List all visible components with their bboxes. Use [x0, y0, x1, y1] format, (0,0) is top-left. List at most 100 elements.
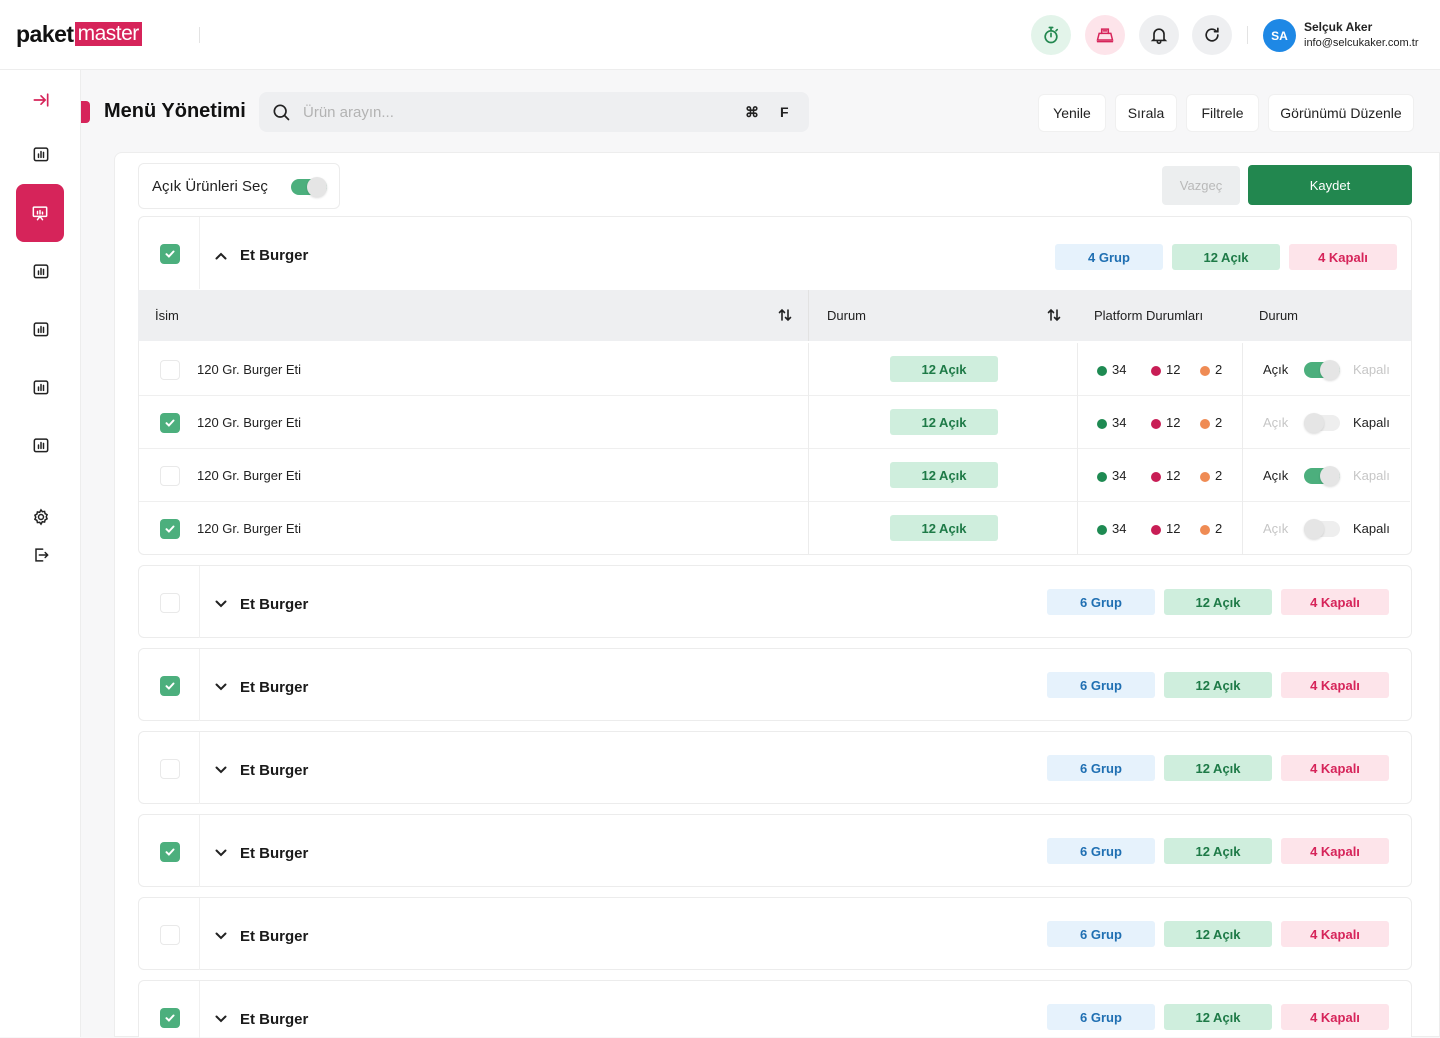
row-status-toggle[interactable]: [1304, 519, 1340, 539]
platform-dot-orange: [1200, 366, 1210, 376]
chevron-down-icon[interactable]: [214, 763, 228, 777]
sidebar-item-settings[interactable]: [30, 506, 52, 528]
group-name[interactable]: Et Burger: [240, 247, 308, 264]
sidebar-item-reports-3[interactable]: [30, 318, 52, 340]
cancel-button[interactable]: Vazgeç: [1162, 166, 1240, 205]
toggle-switch[interactable]: [291, 177, 327, 197]
sidebar-item-menu-management[interactable]: [16, 184, 64, 242]
group-count-badge: 6 Grup: [1047, 672, 1155, 698]
save-button[interactable]: Kaydet: [1248, 165, 1412, 205]
group-checkbox[interactable]: [160, 593, 180, 613]
closed-count-badge: 4 Kapalı: [1281, 1004, 1389, 1030]
row-checkbox[interactable]: [160, 360, 180, 380]
group-checkbox-cell: [139, 815, 200, 887]
select-open-products-toggle[interactable]: Açık Ürünleri Seç: [138, 163, 340, 209]
open-count-badge: 12 Açık: [1164, 1004, 1272, 1030]
platform-dot-green: [1097, 366, 1107, 376]
sort-icon[interactable]: [1046, 307, 1062, 323]
row-checkbox[interactable]: [160, 413, 180, 433]
group-card: Et Burger 6 Grup 12 Açık 4 Kapalı: [138, 814, 1412, 887]
group-name[interactable]: Et Burger: [240, 845, 308, 862]
cash-register-button[interactable]: [1085, 15, 1125, 55]
chevron-up-icon[interactable]: [214, 249, 228, 263]
group-checkbox[interactable]: [160, 244, 180, 264]
closed-count-badge: 4 Kapalı: [1281, 755, 1389, 781]
sidebar-item-reports-5[interactable]: [30, 434, 52, 456]
platform-count-green: 34: [1112, 521, 1127, 536]
row-status-toggle[interactable]: [1304, 413, 1340, 433]
group-card: Et Burger 6 Grup 12 Açık 4 Kapalı: [138, 565, 1412, 638]
group-checkbox-cell: [139, 981, 200, 1038]
top-header: paket master SA Selçuk Aker info@selcuka…: [0, 0, 1440, 70]
chart-icon: [33, 322, 49, 337]
group-name[interactable]: Et Burger: [240, 928, 308, 945]
closed-count-badge: 4 Kapalı: [1289, 244, 1397, 270]
row-checkbox[interactable]: [160, 519, 180, 539]
open-label: Açık: [1263, 415, 1289, 430]
platform-dot-orange: [1200, 419, 1210, 429]
brand-logo[interactable]: paket master: [16, 20, 142, 48]
shortcut-f-key: F: [780, 104, 789, 120]
column-header-status[interactable]: Durum: [827, 308, 866, 323]
chevron-down-icon[interactable]: [214, 597, 228, 611]
sidebar: [0, 70, 81, 1037]
chevron-down-icon[interactable]: [214, 1012, 228, 1026]
search-bar: ⌘ F: [259, 92, 809, 132]
platform-count-orange: 2: [1215, 521, 1223, 536]
chart-icon: [33, 438, 49, 453]
row-status-toggle[interactable]: [1304, 360, 1340, 380]
search-icon: [273, 104, 290, 121]
sidebar-item-reports-2[interactable]: [30, 260, 52, 282]
filter-button[interactable]: Filtrele: [1186, 94, 1259, 132]
product-name: 120 Gr. Burger Eti: [197, 362, 302, 377]
open-count-badge: 12 Açık: [1164, 838, 1272, 864]
sidebar-item-logout[interactable]: [30, 544, 52, 566]
row-checkbox[interactable]: [160, 466, 180, 486]
sort-icon[interactable]: [777, 307, 793, 323]
page-title: Menü Yönetimi: [104, 100, 246, 122]
status-badge: 12 Açık: [890, 409, 998, 435]
platform-dot-red: [1151, 525, 1161, 535]
group-checkbox[interactable]: [160, 842, 180, 862]
avatar[interactable]: SA: [1263, 19, 1296, 52]
table-row: 120 Gr. Burger Eti 12 Açık 34 12 2 Açık …: [139, 449, 1410, 502]
group-name[interactable]: Et Burger: [240, 596, 308, 613]
row-status-toggle[interactable]: [1304, 466, 1340, 486]
group-name[interactable]: Et Burger: [240, 762, 308, 779]
sidebar-item-reports-1[interactable]: [30, 143, 52, 165]
chevron-down-icon[interactable]: [214, 846, 228, 860]
table-row: 120 Gr. Burger Eti 12 Açık 34 12 2 Açık …: [139, 396, 1410, 449]
column-header-name[interactable]: İsim: [155, 308, 179, 323]
platform-count-green: 34: [1112, 468, 1127, 483]
refresh-list-button[interactable]: Yenile: [1038, 94, 1106, 132]
group-checkbox[interactable]: [160, 1008, 180, 1028]
group-checkbox[interactable]: [160, 676, 180, 696]
sidebar-expand-button[interactable]: [30, 89, 52, 111]
platform-dot-green: [1097, 419, 1107, 429]
platform-count-orange: 2: [1215, 415, 1223, 430]
group-checkbox[interactable]: [160, 759, 180, 779]
closed-count-badge: 4 Kapalı: [1281, 672, 1389, 698]
chevron-down-icon[interactable]: [214, 680, 228, 694]
group-name[interactable]: Et Burger: [240, 1011, 308, 1028]
notifications-button[interactable]: [1139, 15, 1179, 55]
logo-text-part1: paket: [16, 20, 74, 47]
sort-button[interactable]: Sırala: [1115, 94, 1177, 132]
product-name: 120 Gr. Burger Eti: [197, 521, 302, 536]
group-count-badge: 6 Grup: [1047, 838, 1155, 864]
timer-button[interactable]: [1031, 15, 1071, 55]
chevron-down-icon[interactable]: [214, 929, 228, 943]
edit-view-button[interactable]: Görünümü Düzenle: [1268, 94, 1414, 132]
search-input[interactable]: [303, 100, 703, 124]
group-name[interactable]: Et Burger: [240, 679, 308, 696]
platform-count-orange: 2: [1215, 468, 1223, 483]
group-count-badge: 4 Grup: [1055, 244, 1163, 270]
header-divider: [199, 27, 200, 43]
status-badge: 12 Açık: [890, 515, 998, 541]
sidebar-item-reports-4[interactable]: [30, 376, 52, 398]
column-divider: [808, 290, 809, 341]
presentation-icon: [32, 206, 48, 221]
refresh-button[interactable]: [1192, 15, 1232, 55]
group-checkbox[interactable]: [160, 925, 180, 945]
platform-count-red: 12: [1166, 468, 1181, 483]
